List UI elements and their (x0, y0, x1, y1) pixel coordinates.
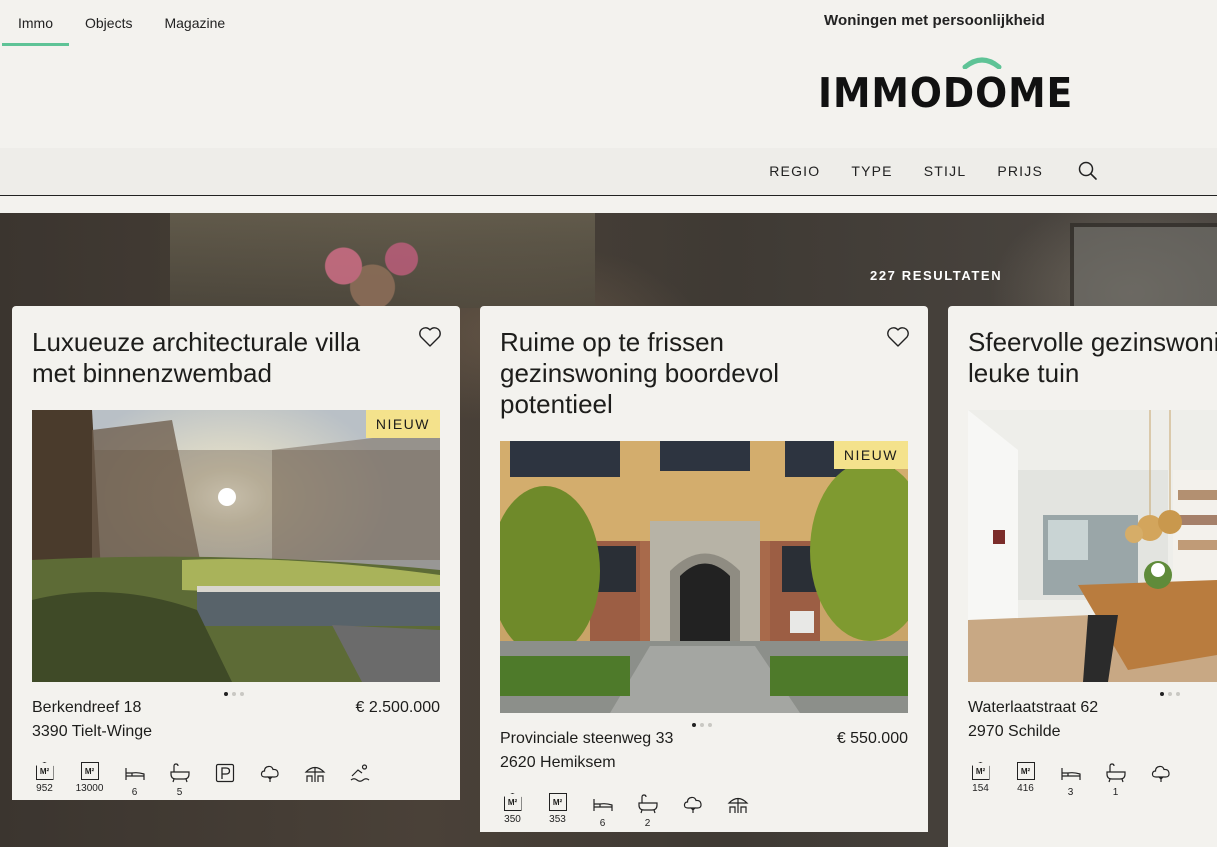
feature-terrace (292, 762, 337, 799)
feature-parking (202, 762, 247, 799)
results-count: 227 RESULTATEN (870, 268, 1003, 283)
house-area-icon: M² (503, 793, 522, 811)
feature-house-area: M² 350 (490, 793, 535, 830)
feature-bathrooms: 1 (1093, 762, 1138, 799)
feature-garden (247, 762, 292, 799)
house-area-icon: M² (35, 762, 54, 780)
bed-icon (592, 799, 613, 811)
pager-dot[interactable] (700, 723, 704, 727)
feature-bedrooms: 3 (1048, 762, 1093, 799)
feature-bedrooms: 6 (112, 762, 157, 799)
bath-icon (169, 763, 190, 783)
card-address: Berkendreef 18 3390 Tielt-Winge (32, 696, 152, 744)
new-badge: NIEUW (833, 441, 908, 469)
pager-dot[interactable] (232, 692, 236, 696)
card-address: Waterlaatstraat 62 2970 Schilde (968, 696, 1098, 744)
city: 2970 Schilde (968, 723, 1061, 740)
facade-photo (500, 441, 908, 713)
feature-plot-area: M² 416 (1003, 762, 1048, 799)
heart-icon[interactable] (418, 326, 442, 348)
bath-icon (1105, 763, 1126, 783)
pager-dot[interactable] (240, 692, 244, 696)
pager-dot[interactable] (708, 723, 712, 727)
pager-dot[interactable] (1168, 692, 1172, 696)
card-address: Provinciale steenweg 33 2620 Hemiksem (500, 727, 673, 775)
plot-area-icon: M² (1016, 762, 1035, 780)
nav-stijl[interactable]: STIJL (924, 163, 967, 179)
feature-bathrooms: 2 (625, 793, 670, 830)
street: Berkendreef 18 (32, 699, 142, 716)
house-area-icon: M² (971, 762, 990, 780)
property-card[interactable]: Sfeervolle gezinswoning met leuke tuin (948, 306, 1217, 847)
pager-dot[interactable] (1176, 692, 1180, 696)
feature-swimming-pool (337, 762, 382, 799)
top-tabs: Immo Objects Magazine (2, 0, 241, 46)
plot-area-icon: M² (80, 762, 99, 780)
terrace-icon (727, 797, 748, 813)
tab-objects[interactable]: Objects (69, 0, 148, 46)
pager-dot[interactable] (224, 692, 228, 696)
feature-list: M² 350 M² 353 6 2 (490, 793, 760, 830)
plot-area-icon: M² (548, 793, 567, 811)
feature-list: M² 154 M² 416 3 1 (958, 762, 1183, 799)
terrace-icon (304, 766, 325, 782)
feature-plot-area: M² 13000 (67, 762, 112, 799)
property-photo[interactable]: NIEUW (500, 441, 908, 713)
logo-text: IMMODOME (818, 69, 1074, 117)
nav-regio[interactable]: REGIO (769, 163, 820, 179)
feature-garden (1138, 762, 1183, 799)
photo-pager[interactable] (224, 692, 244, 696)
city: 3390 Tielt-Winge (32, 723, 153, 740)
new-badge: NIEUW (365, 410, 440, 438)
feature-bathrooms: 5 (157, 762, 202, 799)
price: € 550.000 (836, 730, 908, 747)
feature-plot-area: M² 353 (535, 793, 580, 830)
bed-icon (1060, 768, 1081, 780)
logo-arc-icon (962, 57, 1002, 69)
garden-icon (260, 765, 279, 782)
card-title[interactable]: Ruime op te frissen gezinswoning boordev… (500, 327, 830, 420)
hero-flowers (300, 238, 445, 308)
street: Provinciale steenweg 33 (500, 730, 674, 747)
garden-icon (683, 796, 702, 813)
feature-house-area: M² 154 (958, 762, 1003, 799)
heart-icon[interactable] (886, 326, 910, 348)
feature-garden (670, 793, 715, 830)
property-photo[interactable]: NIEUW (32, 410, 440, 682)
city: 2620 Hemiksem (500, 754, 616, 771)
feature-house-area: M² 952 (22, 762, 67, 799)
pager-dot[interactable] (1160, 692, 1164, 696)
property-card[interactable]: Luxueuze architecturale villa met binnen… (12, 306, 460, 800)
tab-magazine[interactable]: Magazine (148, 0, 241, 46)
property-photo[interactable] (968, 410, 1217, 682)
dining-room-photo (968, 410, 1217, 682)
card-title[interactable]: Luxueuze architecturale villa met binnen… (32, 327, 402, 389)
price: € 2.500.000 (355, 699, 440, 716)
tagline: Woningen met persoonlijkheid (824, 12, 1045, 29)
site-header: Immo Objects Magazine Woningen met perso… (0, 0, 1217, 148)
parking-icon (215, 763, 234, 783)
street: Waterlaatstraat 62 (968, 699, 1099, 716)
feature-bedrooms: 6 (580, 793, 625, 830)
pager-dot[interactable] (692, 723, 696, 727)
feature-terrace (715, 793, 760, 830)
swimming-pool-icon (350, 764, 369, 782)
photo-pager[interactable] (1160, 692, 1180, 696)
nav-type[interactable]: TYPE (851, 163, 892, 179)
garden-icon (1151, 765, 1170, 782)
tab-immo[interactable]: Immo (2, 0, 69, 46)
immodome-logo[interactable]: IMMODOME (816, 55, 1072, 117)
bath-icon (637, 794, 658, 814)
bed-icon (124, 768, 145, 780)
nav-prijs[interactable]: PRIJS (997, 163, 1043, 179)
garden-pond-photo (32, 410, 440, 682)
feature-list: M² 952 M² 13000 6 5 (22, 762, 382, 799)
main-nav: REGIO TYPE STIJL PRIJS (738, 160, 1099, 182)
property-card[interactable]: Ruime op te frissen gezinswoning boordev… (480, 306, 928, 832)
search-icon[interactable] (1077, 160, 1099, 182)
photo-pager[interactable] (692, 723, 712, 727)
card-title[interactable]: Sfeervolle gezinswoning met leuke tuin (968, 327, 1217, 389)
